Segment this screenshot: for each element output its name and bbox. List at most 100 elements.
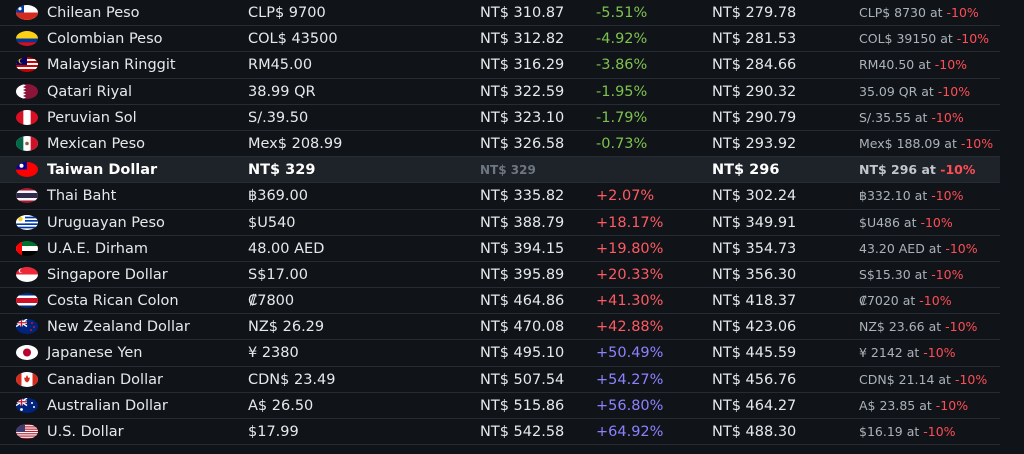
converted-price: NT$ 515.86	[480, 397, 565, 414]
table-row: Qatari Riyal 38.99 QR NT$ 322.59 -1.95% NT$ …	[0, 79, 1000, 105]
local-price: S/.39.50	[248, 109, 309, 126]
price-difference: +56.80%	[596, 397, 664, 414]
price-difference: +18.17%	[596, 214, 664, 231]
table-row: U.A.E. Dirham 48.00 AED NT$ 394.15 +19.80% N…	[0, 236, 1000, 262]
converted-price: NT$ 542.58	[480, 424, 565, 440]
sale-local-price: NT$ 296 at -10%	[859, 157, 975, 183]
discount-percent: -10%	[931, 188, 964, 204]
currency-name: Japanese Yen	[47, 345, 143, 362]
price-difference: +20.33%	[596, 266, 664, 283]
sale-local-amount: ฿332.10 at	[859, 188, 932, 204]
local-price: Mex$ 208.99	[248, 135, 343, 152]
price-difference: +54.27%	[596, 371, 664, 388]
price-difference: -0.73%	[596, 135, 648, 152]
discount-percent: -10%	[931, 109, 964, 125]
converted-price: NT$ 470.08	[480, 319, 565, 336]
table-row: Thai Baht ฿369.00 NT$ 335.82 +2.07% NT$ 302.…	[0, 183, 1000, 210]
discount-percent: -10%	[923, 345, 956, 361]
table-row: Mexican Peso Mex$ 208.99 NT$ 326.58 -0.73% N…	[0, 131, 1000, 158]
local-price: 38.99 QR	[248, 83, 316, 100]
table-row-partial	[0, 445, 1000, 449]
sale-price: NT$ 284.66	[712, 57, 797, 74]
table-row: Canadian Dollar CDN$ 23.49 NT$ 507.54 +54.2…	[0, 367, 1000, 393]
sale-price: NT$ 354.73	[712, 240, 797, 257]
price-difference: +2.07%	[596, 188, 655, 205]
table-row: Peruvian Sol S/.39.50 NT$ 323.10 -1.79% NT$ …	[0, 105, 1000, 131]
sale-price: NT$ 445.59	[712, 345, 797, 362]
local-price: ¥ 2380	[248, 345, 299, 362]
pe-flag-icon	[16, 109, 38, 125]
discount-percent: -10%	[919, 293, 952, 309]
sale-local-price: RM40.50 at -10%	[859, 52, 967, 78]
sale-local-price: 35.09 QR at -10%	[859, 79, 970, 105]
qa-flag-icon	[16, 83, 38, 99]
currency-name: Singapore Dollar	[47, 266, 168, 283]
sale-local-amount: Mex$ 188.09 at	[859, 135, 961, 151]
sale-local-price: ฿332.10 at -10%	[859, 183, 964, 209]
sale-price: NT$ 456.76	[712, 371, 797, 388]
sale-local-price: A$ 23.85 at -10%	[859, 393, 968, 419]
sale-price: NT$ 290.79	[712, 109, 797, 126]
sale-local-price: Mex$ 188.09 at -10%	[859, 131, 993, 157]
discount-percent: -10%	[931, 266, 964, 282]
local-price: NZ$ 26.29	[248, 319, 325, 336]
currency-name: Canadian Dollar	[47, 371, 163, 388]
discount-percent: -10%	[956, 31, 990, 47]
cr-flag-icon	[16, 293, 38, 309]
discount-percent: -10%	[920, 214, 953, 230]
local-price: $17.99	[248, 424, 299, 440]
table-row: Costa Rican Colon ₡7800 NT$ 464.86 +41.30% N…	[0, 288, 1000, 315]
jp-flag-icon	[16, 345, 38, 361]
converted-price: NT$ 326.58	[480, 135, 565, 152]
co-flag-icon	[16, 31, 38, 47]
table-row: Uruguayan Peso $U540 NT$ 388.79 +18.17% NT$ …	[0, 210, 1000, 236]
ca-flag-icon	[16, 371, 38, 387]
sale-price: NT$ 293.92	[712, 135, 797, 152]
discount-percent: -10%	[923, 424, 956, 439]
converted-price: NT$ 495.10	[480, 345, 565, 362]
my-flag-icon	[16, 57, 38, 73]
sale-local-price: $U486 at -10%	[859, 210, 953, 236]
ae-flag-icon	[16, 240, 38, 256]
price-difference: -3.86%	[596, 57, 648, 74]
sale-local-amount: ¥ 2142 at	[859, 345, 924, 361]
converted-price: NT$ 395.89	[480, 266, 565, 283]
price-difference: +41.30%	[596, 293, 664, 310]
sale-local-amount: $16.19 at	[859, 424, 924, 439]
sale-local-price: ₡7020 at -10%	[859, 288, 952, 314]
sale-price: NT$ 356.30	[712, 266, 797, 283]
sale-price: NT$ 296	[712, 162, 780, 179]
sale-price: NT$ 279.78	[712, 5, 797, 21]
local-price: A$ 26.50	[248, 397, 314, 414]
discount-percent: -10%	[945, 319, 978, 335]
sale-price: NT$ 302.24	[712, 188, 797, 205]
currency-name: Uruguayan Peso	[47, 214, 165, 231]
sale-price: NT$ 464.27	[712, 397, 797, 414]
sale-local-price: CLP$ 8730 at -10%	[859, 0, 979, 26]
local-price: COL$ 43500	[248, 31, 338, 48]
discount-percent: -10%	[940, 162, 976, 178]
sale-local-price: S$15.30 at -10%	[859, 262, 963, 288]
sale-local-amount: CLP$ 8730 at	[859, 5, 947, 20]
currency-name: Australian Dollar	[47, 397, 168, 414]
table-row: Singapore Dollar S$17.00 NT$ 395.89 +20.33%…	[0, 262, 1000, 289]
currency-name: Qatari Riyal	[47, 83, 133, 100]
table-row: Chilean Peso CLP$ 9700 NT$ 310.87 -5.51% NT$…	[0, 0, 1000, 27]
sale-price: NT$ 349.91	[712, 214, 797, 231]
converted-price: NT$ 316.29	[480, 57, 565, 74]
currency-name: Malaysian Ringgit	[47, 57, 176, 74]
local-price: NT$ 329	[248, 162, 316, 179]
table-row: U.S. Dollar $17.99 NT$ 542.58 +64.92% NT$ 48…	[0, 419, 1000, 446]
sale-local-amount: 43.20 AED at	[859, 240, 946, 256]
price-difference: -4.92%	[596, 31, 648, 48]
sale-price: NT$ 418.37	[712, 293, 797, 310]
currency-name: Colombian Peso	[47, 31, 163, 48]
sale-local-amount: ₡7020 at	[859, 293, 920, 309]
price-comparison-table: Chilean Peso CLP$ 9700 NT$ 310.87 -5.51% NT$…	[0, 0, 1024, 449]
sale-local-price: COL$ 39150 at -10%	[859, 26, 989, 52]
converted-price: NT$ 335.82	[480, 188, 565, 205]
converted-price: NT$ 507.54	[480, 371, 565, 388]
tw-flag-icon	[16, 162, 38, 178]
local-price: RM45.00	[248, 57, 313, 74]
converted-price: NT$ 310.87	[480, 5, 565, 21]
